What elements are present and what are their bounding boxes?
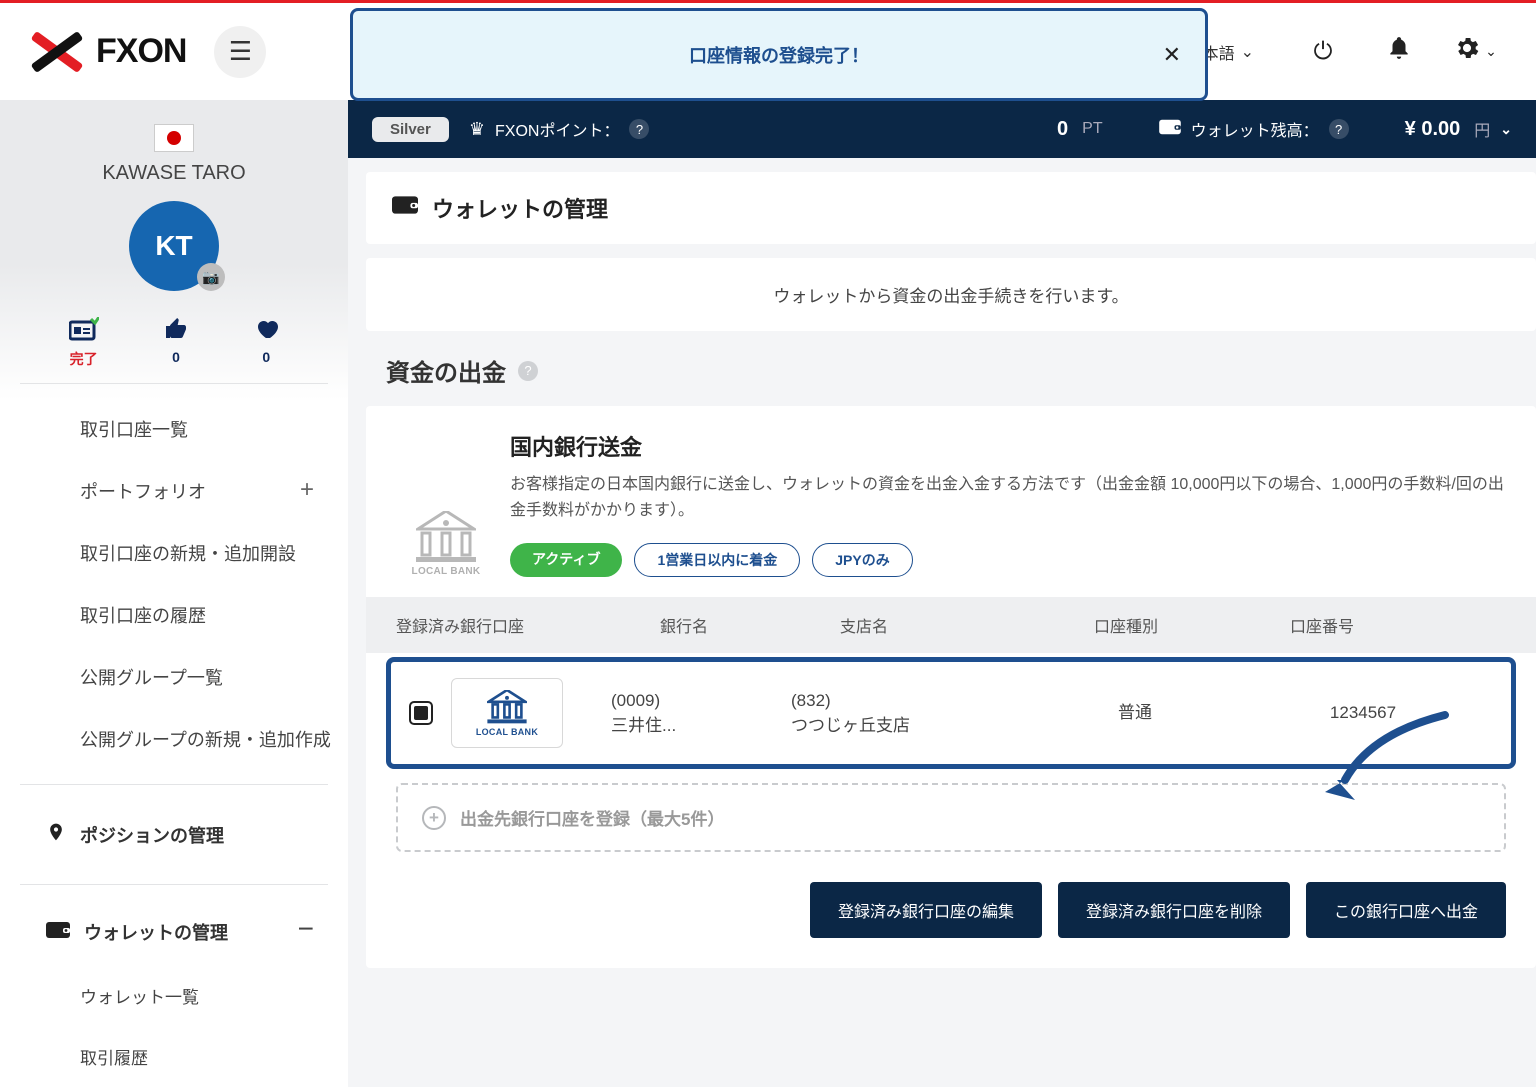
stat-verification[interactable]: 完了: [69, 317, 99, 369]
sidebar-section-positions[interactable]: ポジションの管理: [0, 799, 348, 870]
page-title: ウォレットの管理: [432, 192, 608, 224]
bank-icon-large: LOCAL BANK: [408, 430, 484, 577]
stat-likes[interactable]: 0: [164, 317, 188, 369]
page-header: ウォレットの管理: [366, 172, 1536, 244]
location-pin-icon: [46, 819, 66, 850]
stat-favorites-value: 0: [253, 349, 279, 365]
method-description: お客様指定の日本国内銀行に送金し、ウォレットの資金を出金入金する方法です（出金金…: [510, 472, 1506, 523]
row-bank-code: (0009): [611, 688, 791, 714]
banner-close-button[interactable]: ✕: [1163, 42, 1181, 68]
bank-account-row[interactable]: LOCAL BANK (0009) 三井住... (832) つつじヶ丘支店 普…: [386, 657, 1516, 769]
th-bank-name: 銀行名: [660, 613, 840, 637]
delete-account-button[interactable]: 登録済み銀行口座を削除: [1058, 882, 1290, 938]
stat-complete-label: 完了: [69, 349, 99, 369]
th-registered: 登録済み銀行口座: [396, 613, 660, 637]
withdraw-button[interactable]: この銀行口座へ出金: [1306, 882, 1506, 938]
wallet-icon: [1159, 118, 1181, 141]
row-checkbox[interactable]: [409, 701, 433, 725]
row-branch-name: つつじヶ丘支店: [791, 713, 1045, 739]
banner-message: 口座情報の登録完了！: [689, 42, 869, 68]
add-bank-account-button[interactable]: + 出金先銀行口座を登録（最大5件）: [396, 783, 1506, 852]
bank-icon-label: LOCAL BANK: [412, 566, 481, 577]
chevron-down-icon[interactable]: ⌄: [1500, 121, 1512, 138]
row-bank-name: 三井住...: [611, 713, 791, 739]
section-title: 資金の出金: [386, 353, 506, 388]
help-icon[interactable]: ?: [1329, 119, 1349, 139]
menu-toggle[interactable]: ☰: [214, 26, 266, 78]
chevron-down-icon: ⌄: [1241, 42, 1254, 62]
row-account-type: 普通: [1045, 700, 1225, 726]
badge-active: アクティブ: [510, 543, 622, 577]
settings-button[interactable]: ⌄: [1456, 33, 1494, 71]
plus-circle-icon: +: [422, 806, 446, 830]
heart-icon: [253, 317, 279, 345]
gear-icon: [1453, 34, 1481, 69]
points-value: 0: [1057, 118, 1068, 141]
sidebar-item-new-account[interactable]: 取引口座の新規・追加開設: [0, 522, 348, 584]
help-icon[interactable]: ?: [629, 119, 649, 139]
method-title: 国内銀行送金: [510, 430, 1506, 462]
sidebar-item-public-groups[interactable]: 公開グループ一覧: [0, 646, 348, 708]
country-flag: [154, 124, 194, 152]
points-unit: PT: [1082, 120, 1102, 138]
avatar-camera-button[interactable]: 📷: [197, 263, 225, 291]
th-account-number: 口座番号: [1290, 613, 1506, 637]
user-name: KAWASE TARO: [0, 162, 348, 185]
bell-icon: [1386, 35, 1412, 68]
avatar-initials: KT: [155, 230, 192, 262]
sidebar-item-accounts[interactable]: 取引口座一覧: [0, 398, 348, 460]
tier-badge: Silver: [372, 117, 449, 142]
wallet-currency: 円: [1474, 117, 1490, 141]
row-branch-code: (832): [791, 688, 1045, 714]
add-bank-label: 出金先銀行口座を登録（最大5件）: [460, 805, 724, 830]
th-account-type: 口座種別: [1094, 613, 1290, 637]
hamburger-icon: ☰: [229, 36, 252, 67]
page-notice: ウォレットから資金の出金手続きを行います。: [366, 258, 1536, 331]
sidebar-sub-tx-history[interactable]: 取引履歴: [0, 1026, 348, 1087]
sidebar-item-account-history[interactable]: 取引口座の履歴: [0, 584, 348, 646]
edit-account-button[interactable]: 登録済み銀行口座の編集: [810, 882, 1042, 938]
sidebar-section-wallet[interactable]: ウォレットの管理: [0, 899, 348, 965]
sidebar-positions-label: ポジションの管理: [80, 822, 224, 848]
sidebar-wallet-label: ウォレットの管理: [84, 919, 228, 945]
sidebar-item-new-group[interactable]: 公開グループの新規・追加作成: [0, 708, 348, 770]
withdrawal-method-card: LOCAL BANK 国内銀行送金 お客様指定の日本国内銀行に送金し、ウォレット…: [366, 406, 1536, 968]
badge-currency: JPYのみ: [812, 543, 912, 577]
id-card-icon: [69, 317, 99, 345]
badge-delivery: 1営業日以内に着金: [634, 543, 800, 577]
close-icon: ✕: [1163, 42, 1181, 67]
stat-favorites[interactable]: 0: [253, 317, 279, 369]
row-bank-icon: LOCAL BANK: [451, 678, 563, 748]
power-icon: ⏻: [1314, 38, 1333, 66]
brand-text: FXON: [96, 32, 186, 71]
stat-likes-value: 0: [164, 349, 188, 365]
th-branch: 支店名: [840, 613, 1094, 637]
wallet-balance-value: ¥ 0.00: [1405, 118, 1461, 141]
camera-icon: 📷: [202, 269, 219, 286]
sidebar-sub-wallet-list[interactable]: ウォレット一覧: [0, 965, 348, 1026]
crown-icon: ♛: [469, 119, 485, 140]
success-banner: 口座情報の登録完了！ ✕: [350, 8, 1208, 101]
japan-flag-icon: [167, 131, 181, 145]
row-account-number: 1234567: [1225, 700, 1501, 726]
wallet-balance-label: ウォレット残高：: [1191, 117, 1319, 141]
user-avatar[interactable]: KT 📷: [129, 201, 219, 291]
help-icon[interactable]: ?: [518, 361, 538, 381]
wallet-icon: [392, 194, 418, 222]
brand-logo[interactable]: FXON: [32, 32, 186, 72]
points-label: FXONポイント：: [495, 117, 619, 141]
thumbs-up-icon: [164, 317, 188, 345]
notifications-button[interactable]: [1380, 33, 1418, 71]
power-button[interactable]: ⏻: [1304, 33, 1342, 71]
chevron-down-icon: ⌄: [1485, 43, 1497, 60]
logo-x-icon: [32, 32, 86, 72]
wallet-icon: [46, 920, 70, 945]
sidebar-item-portfolio[interactable]: ポートフォリオ: [0, 460, 348, 522]
row-bank-icon-label: LOCAL BANK: [476, 727, 538, 737]
accounts-table-header: 登録済み銀行口座 銀行名 支店名 口座種別 口座番号: [366, 597, 1536, 653]
